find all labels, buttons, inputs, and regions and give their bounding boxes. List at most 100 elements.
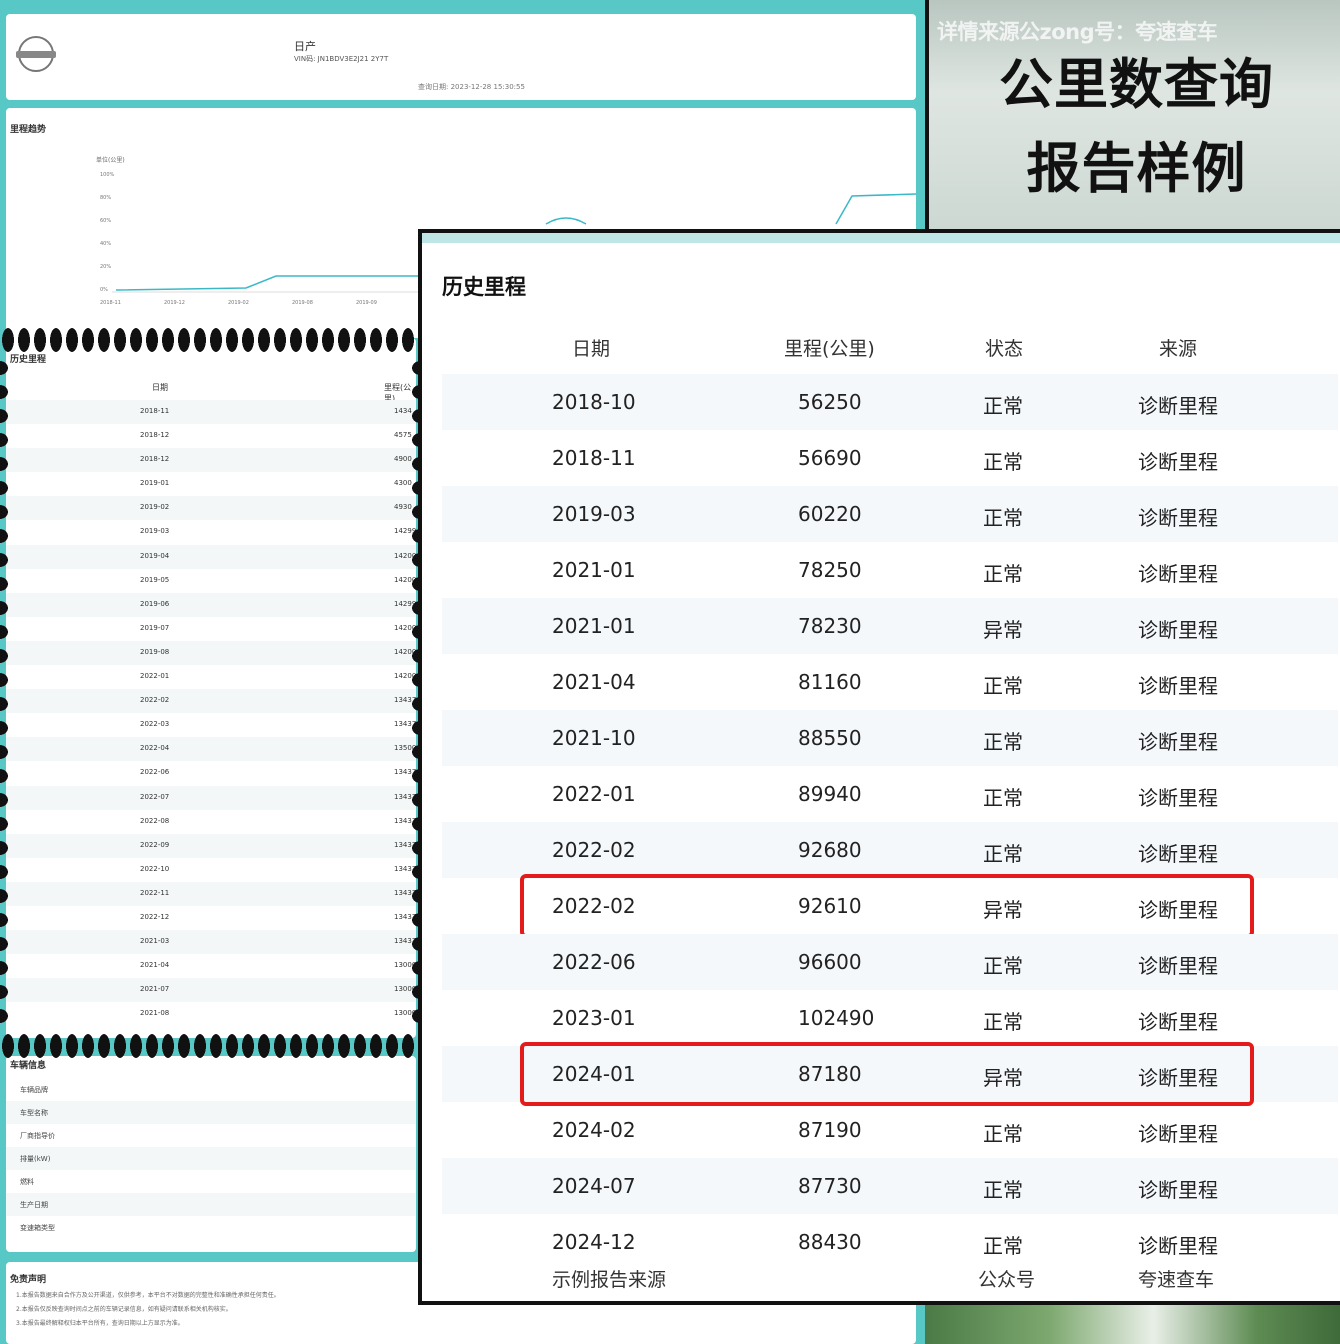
row-status: 正常 xyxy=(983,1122,1023,1146)
bg-row-date: 2022-11 xyxy=(140,888,170,897)
header-date: 日期 xyxy=(572,338,611,360)
info-row-label: 燃料 xyxy=(20,1178,34,1186)
disclaimer-line: 3.本报告最终解释权归本平台所有，查询日期以上方显示为准。 xyxy=(16,1320,184,1327)
row-source: 诊断里程 xyxy=(1138,842,1218,866)
x-tick-label: 2019-02 xyxy=(228,300,249,306)
info-row-label: 生产日期 xyxy=(20,1201,48,1209)
disclaimer-line: 2.本报告仅反映查询时间点之前的车辆记录信息，如有疑问请联系相关机构核实。 xyxy=(16,1306,232,1313)
perforated-edge-bottom xyxy=(0,1032,424,1062)
table-row: 2022-02 92680 正常 诊断里程 xyxy=(442,822,1338,878)
row-date: 2024-02 xyxy=(552,1118,636,1142)
row-status: 异常 xyxy=(983,618,1023,642)
row-date: 2022-06 xyxy=(552,950,636,974)
table-row: 2019-03 60220 正常 诊断里程 xyxy=(442,486,1338,542)
bg-table-row: 2021-08 13000 xyxy=(6,1002,416,1026)
row-status: 正常 xyxy=(983,1178,1023,1202)
bg-table-row: 2018-11 1434 xyxy=(6,400,416,425)
bg-row-date: 2019-06 xyxy=(140,599,170,608)
bg-table-row: 2021-07 13000 xyxy=(6,978,416,1003)
row-mileage: 87190 xyxy=(798,1118,862,1142)
row-source: 诊断里程 xyxy=(1138,730,1218,754)
row-source: 诊断里程 xyxy=(1138,562,1218,586)
vin-number: VIN码: JN1BDV3E2J21 2Y7T xyxy=(294,55,389,63)
bg-row-date: 2022-03 xyxy=(140,720,170,729)
row-source: 诊断里程 xyxy=(1138,786,1218,810)
row-mileage: 89940 xyxy=(798,782,862,806)
row-mileage: 78250 xyxy=(798,558,862,582)
row-source: 诊断里程 xyxy=(1138,674,1218,698)
row-date: 2019-03 xyxy=(552,502,636,526)
bg-table-row: 2022-12 13437 xyxy=(6,906,416,930)
row-source: 诊断里程 xyxy=(1138,1234,1218,1258)
row-status: 正常 xyxy=(983,842,1023,866)
table-row: 2021-10 88550 正常 诊断里程 xyxy=(442,710,1338,766)
bg-table-row: 2022-11 13437 xyxy=(6,881,416,906)
info-row: 变速箱类型 xyxy=(6,1216,416,1239)
bg-row-date: 2022-02 xyxy=(140,696,170,705)
mileage-rows: 2018-10 56250 正常 诊断里程 2018-11 56690 正常 诊断里程 2019… xyxy=(442,374,1338,1270)
row-status: 正常 xyxy=(983,730,1023,754)
row-mileage: 56250 xyxy=(798,390,862,414)
bg-row-date: 2019-07 xyxy=(140,623,170,632)
bg-table-row: 2019-03 14299 xyxy=(6,520,416,544)
table-row-flagged: 2022-02 92610 异常 诊断里程 xyxy=(442,874,1338,938)
bg-row-date: 2021-08 xyxy=(140,1009,170,1018)
footer-label: 示例报告来源 xyxy=(552,1269,667,1291)
table-row: 2022-01 89940 正常 诊断里程 xyxy=(442,766,1338,822)
bg-row-date: 2022-04 xyxy=(140,744,170,753)
row-date: 2022-01 xyxy=(552,782,636,806)
table-row: 2024-07 87730 正常 诊断里程 xyxy=(442,1158,1338,1214)
header-status: 状态 xyxy=(985,338,1024,360)
row-mileage: 92680 xyxy=(798,838,862,862)
x-tick-label: 2019-12 xyxy=(164,300,185,306)
perforated-edge-top xyxy=(0,326,424,356)
row-source: 诊断里程 xyxy=(1138,1066,1218,1090)
panel-top-border xyxy=(422,233,1340,243)
bg-row-date: 2021-03 xyxy=(140,937,170,946)
footer-account-name: 夸速查车 xyxy=(1138,1269,1215,1291)
info-row: 生产日期 xyxy=(6,1193,416,1216)
header-source: 来源 xyxy=(1159,338,1198,360)
panel-title: 历史里程 xyxy=(442,275,526,299)
bg-table-row: 2021-04 13000 xyxy=(6,954,416,978)
table-row: 2018-11 56690 正常 诊断里程 xyxy=(442,430,1338,486)
row-source: 诊断里程 xyxy=(1138,1010,1218,1034)
table-row: 2021-01 78250 正常 诊断里程 xyxy=(442,542,1338,598)
row-status: 正常 xyxy=(983,786,1023,810)
bg-row-date: 2021-04 xyxy=(140,961,170,970)
table-row: 2023-01 102490 正常 诊断里程 xyxy=(442,990,1338,1046)
row-source: 诊断里程 xyxy=(1138,618,1218,642)
row-mileage: 92610 xyxy=(798,894,862,918)
bg-table-row: 2022-07 13437 xyxy=(6,785,416,810)
bg-table-row: 2022-08 13437 xyxy=(6,810,416,834)
bg-row-mileage: 1434 xyxy=(394,407,412,415)
trend-line-left xyxy=(115,275,426,291)
bg-row-date: 2018-11 xyxy=(140,407,170,415)
bg-table-row: 2019-08 14200 xyxy=(6,640,416,666)
row-date: 2024-07 xyxy=(552,1174,636,1198)
row-source: 诊断里程 xyxy=(1138,1178,1218,1202)
bg-row-date: 2021-07 xyxy=(140,985,170,994)
row-date: 2021-01 xyxy=(552,614,636,638)
bg-table-row: 2019-07 14200 xyxy=(6,617,416,641)
bg-row-date: 2022-06 xyxy=(140,768,170,777)
bg-table-row: 2019-01 4300 xyxy=(6,472,416,496)
y-tick-label: 60% xyxy=(100,218,111,224)
row-mileage: 60220 xyxy=(798,502,862,526)
x-tick-label: 2018-11 xyxy=(100,300,121,306)
row-mileage: 87730 xyxy=(798,1174,862,1198)
brand-name: 日产 xyxy=(294,40,316,53)
row-date: 2022-02 xyxy=(552,838,636,862)
row-status: 正常 xyxy=(983,394,1023,418)
row-source: 诊断里程 xyxy=(1138,394,1218,418)
row-date: 2018-10 xyxy=(552,390,636,414)
info-row-label: 排量(kW) xyxy=(20,1155,51,1163)
bg-row-date: 2019-05 xyxy=(140,575,170,584)
bg-row-date: 2022-01 xyxy=(140,672,170,681)
row-mileage: 88430 xyxy=(798,1230,862,1254)
nissan-logo-icon xyxy=(16,36,56,72)
row-status: 正常 xyxy=(983,562,1023,586)
bg-table-row: 2021-03 13437 xyxy=(6,930,416,955)
info-row: 车型名称 xyxy=(6,1101,416,1124)
report-header-card: 日产 VIN码: JN1BDV3E2J21 2Y7T 查询日期: 2023-12… xyxy=(6,14,916,100)
